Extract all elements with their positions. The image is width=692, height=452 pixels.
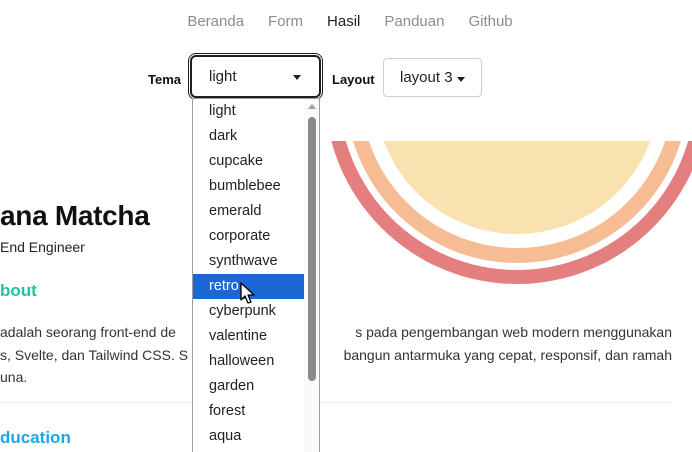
option-garden[interactable]: garden: [193, 374, 304, 399]
nav-item-hasil[interactable]: Hasil: [327, 12, 360, 32]
mouse-pointer-icon: [240, 282, 255, 304]
layout-label: Layout: [332, 72, 375, 87]
tema-dropdown-list[interactable]: light dark cupcake bumblebee emerald cor…: [192, 98, 320, 452]
chevron-down-icon: [457, 77, 465, 82]
nav-item-panduan[interactable]: Panduan: [384, 12, 444, 32]
option-cupcake[interactable]: cupcake: [193, 149, 304, 174]
option-synthwave[interactable]: synthwave: [193, 249, 304, 274]
profile-role: End Engineer: [0, 239, 85, 255]
layout-select[interactable]: layout 3: [383, 58, 482, 97]
option-aqua[interactable]: aqua: [193, 424, 304, 449]
about-text-line-1b: s pada pengembangan web modern menggunak…: [355, 324, 672, 340]
profile-name: ana Matcha: [0, 200, 150, 231]
nav-list: Beranda Form Hasil Panduan Github: [187, 12, 512, 32]
option-bumblebee[interactable]: bumblebee: [193, 174, 304, 199]
dropdown-scrollbar[interactable]: [304, 99, 319, 452]
about-text-line-2b: bangun antarmuka yang cepat, responsif, …: [343, 346, 672, 363]
about-text-line-1a: adalah seorang front-end de: [0, 324, 176, 340]
scroll-up-arrow-icon[interactable]: [308, 104, 316, 109]
option-light[interactable]: light: [193, 99, 304, 124]
option-corporate[interactable]: corporate: [193, 224, 304, 249]
scrollbar-thumb[interactable]: [308, 117, 316, 381]
nav-item-beranda[interactable]: Beranda: [187, 12, 244, 32]
tema-select[interactable]: light: [190, 55, 321, 98]
about-heading: bout: [0, 281, 37, 300]
nav-item-form[interactable]: Form: [268, 12, 303, 32]
tema-select-value: light: [209, 68, 237, 85]
tema-label: Tema: [148, 72, 181, 87]
option-halloween[interactable]: halloween: [193, 349, 304, 374]
option-forest[interactable]: forest: [193, 399, 304, 424]
option-emerald[interactable]: emerald: [193, 199, 304, 224]
education-heading: ducation: [0, 428, 71, 447]
section-divider: [0, 402, 672, 403]
chevron-down-icon: [293, 75, 301, 80]
about-text-line-3: una.: [0, 369, 28, 385]
about-text: adalah seorang front-end de s pada penge…: [0, 321, 672, 389]
top-nav: Beranda Form Hasil Panduan Github: [0, 12, 692, 32]
option-valentine[interactable]: valentine: [193, 324, 304, 349]
decorative-arcs: [326, 141, 692, 301]
layout-select-value: layout 3: [400, 69, 453, 86]
option-dark[interactable]: dark: [193, 124, 304, 149]
nav-item-github[interactable]: Github: [468, 12, 512, 32]
about-text-line-2a: s, Svelte, dan Tailwind CSS. S: [0, 346, 189, 363]
